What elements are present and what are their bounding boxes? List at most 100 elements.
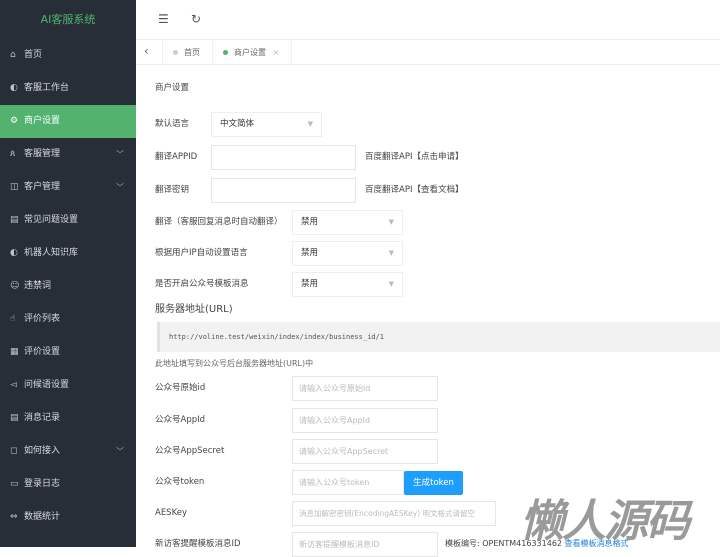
token-input[interactable]: 请输入公众号token (292, 470, 404, 495)
sidebar-icon: ◫ (10, 182, 19, 192)
sidebar-item[interactable]: ▭ 登录日志 (0, 468, 136, 501)
visitor-tpl-input[interactable]: 新访客提醒模板消息ID (292, 532, 438, 557)
tab-bar: ‹ 首页 商户设置 × (136, 40, 720, 65)
aeskey-input[interactable]: 消息加解密密钥(EncodingAESKey) 明文格式请留空 (292, 501, 496, 526)
secret-docs-link[interactable]: 百度翻译API【查看文档】 (365, 183, 463, 197)
sidebar-item-label: 违禁词 (24, 281, 52, 291)
ip-lang-select[interactable]: 禁用 ▼ (292, 241, 403, 266)
select-value: 禁用 (301, 248, 319, 258)
sidebar-item-label: 数据统计 (24, 512, 61, 522)
sidebar-icon: ▤ (10, 413, 19, 423)
tpl-msg-select[interactable]: 禁用 ▼ (292, 272, 403, 297)
tabs-back-icon[interactable]: ‹ (144, 40, 149, 63)
sidebar-item[interactable]: ▤ 常见问题设置 (0, 204, 136, 237)
sidebar-item-label: 如何接入 (24, 446, 61, 456)
tab-label: 商户设置 (234, 48, 266, 57)
server-url-label: 服务器地址(URL) (155, 304, 233, 315)
sidebar-icon: ◅ (10, 380, 17, 390)
select-value: 禁用 (301, 279, 319, 289)
sidebar-item[interactable]: ◐ 客服工作台 (0, 72, 136, 105)
sidebar-item[interactable]: ◅ 问候语设置 (0, 369, 136, 402)
secret-label: 翻译密钥 (155, 185, 190, 195)
appid-apply-link[interactable]: 百度翻译API【点击申请】 (365, 150, 463, 164)
chevron-down-icon: ▼ (388, 218, 394, 226)
chevron-down-icon: ▼ (388, 280, 394, 288)
orig-id-input[interactable]: 请输入公众号原始id (292, 376, 438, 401)
select-value: 禁用 (301, 217, 319, 227)
token-label: 公众号token (155, 477, 205, 487)
ip-lang-label: 根据用户IP自动设置语言 (155, 248, 248, 258)
sidebar-item[interactable]: ☺ 违禁词 (0, 270, 136, 303)
sidebar-item-label: 客服工作台 (24, 83, 70, 93)
default-lang-label: 默认语言 (155, 119, 190, 129)
tab-home[interactable]: 首页 (162, 40, 212, 65)
sidebar-icon: ☺ (10, 281, 20, 291)
sidebar-item[interactable]: ⇔ 数据统计 (0, 501, 136, 534)
tpl-msg-label: 是否开启公众号模板消息 (155, 279, 249, 289)
tab-merchant-settings[interactable]: 商户设置 × (212, 40, 292, 65)
sidebar-item[interactable]: ◻ 如何接入 ﹀ (0, 435, 136, 468)
sidebar-icon: ⇔ (10, 512, 18, 522)
sidebar-item[interactable]: ☝ 评价列表 (0, 303, 136, 336)
server-url-code: http://voline.test/weixin/index/index/bu… (157, 322, 720, 352)
appid-input[interactable] (211, 145, 356, 170)
sidebar-item-label: 客户管理 (24, 182, 61, 192)
refresh-icon[interactable]: ↻ (191, 12, 201, 26)
select-value: 中文简体 (220, 119, 255, 129)
sidebar-item[interactable]: ▤ 消息记录 (0, 402, 136, 435)
top-header: ☰ ↻ (136, 0, 720, 40)
sidebar-icon: ▭ (10, 479, 19, 489)
appid-mp-input[interactable]: 请输入公众号AppId (292, 408, 438, 433)
app-secret-label: 公众号AppSecret (155, 446, 225, 456)
tab-label: 首页 (184, 48, 200, 57)
app-secret-input[interactable]: 请输入公众号AppSecret (292, 439, 438, 464)
sidebar-icon: ▦ (10, 347, 19, 357)
menu-toggle-icon[interactable]: ☰ (158, 12, 169, 26)
sidebar-icon: ◐ (10, 83, 18, 93)
sidebar-item-label: 评价设置 (24, 347, 61, 357)
sidebar-item[interactable]: ◐ 机器人知识库 (0, 237, 136, 270)
server-url-note: 此地址填写到公众号后台服务器地址(URL)中 (155, 359, 314, 368)
appid-label: 翻译APPID (155, 152, 198, 162)
chevron-down-icon: ﹀ (116, 183, 124, 192)
chevron-down-icon: ▼ (307, 120, 313, 128)
default-lang-select[interactable]: 中文简体 ▼ (211, 112, 322, 137)
sidebar-item-label: 常见问题设置 (24, 215, 79, 225)
auto-translate-select[interactable]: 禁用 ▼ (292, 210, 403, 235)
sidebar-item-label: 消息记录 (24, 413, 61, 423)
sidebar-item[interactable]: ◫ 客户管理 ﹀ (0, 171, 136, 204)
visitor-tpl-label: 新访客提醒模板消息ID (155, 539, 241, 549)
sidebar-item-label: 评价列表 (24, 314, 61, 324)
sidebar-icon: ⚙ (10, 116, 19, 126)
tab-dot-icon (173, 50, 178, 55)
app-title: AI客服系统 (40, 13, 96, 26)
generate-token-button[interactable]: 生成token (404, 471, 463, 495)
secret-input[interactable] (211, 178, 356, 203)
sidebar-icon: ☝ (10, 314, 16, 324)
appid-mp-label: 公众号AppId (155, 415, 206, 425)
sidebar-icon: ◻ (10, 446, 18, 456)
sidebar-item-label: 商户设置 (24, 116, 61, 126)
sidebar-icon: ጰ (10, 149, 16, 159)
chevron-down-icon: ▼ (388, 249, 394, 257)
chevron-down-icon: ﹀ (116, 150, 124, 159)
sidebar-icon: ⌂ (10, 50, 16, 60)
card-title: 商户设置 (155, 83, 190, 93)
sidebar-item-label: 首页 (24, 50, 43, 60)
sidebar: AI客服系统 ⌂ 首页 ◐ 客服工作台 ⚙ 商户设置 ጰ 客服管理 ﹀ ◫ 客户管理 ﹀ ▤ 常见问题设置… (0, 0, 136, 547)
chevron-down-icon: ﹀ (116, 447, 124, 456)
sidebar-item[interactable]: ጰ 客服管理 ﹀ (0, 138, 136, 171)
close-icon[interactable]: × (273, 48, 280, 57)
tab-dot-icon (223, 50, 228, 55)
aeskey-label: AESKey (155, 508, 187, 518)
sidebar-item[interactable]: ⚙ 商户设置 (0, 105, 136, 138)
watermark: 懒人源码 (520, 496, 690, 547)
sidebar-item-label: 客服管理 (24, 149, 61, 159)
sidebar-icon: ▤ (10, 215, 19, 225)
sidebar-item-label: 机器人知识库 (24, 248, 79, 258)
sidebar-item[interactable]: ⌂ 首页 (0, 39, 136, 72)
auto-translate-label: 翻译（客服回复消息时自动翻译） (155, 217, 283, 227)
sidebar-item[interactable]: ▦ 评价设置 (0, 336, 136, 369)
sidebar-item-label: 登录日志 (24, 479, 61, 489)
sidebar-item-label: 问候语设置 (24, 380, 70, 390)
